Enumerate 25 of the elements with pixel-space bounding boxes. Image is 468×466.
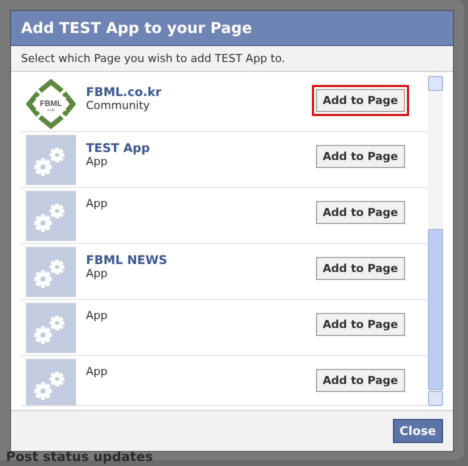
page-name[interactable]: TEST App [86,141,312,155]
page-name[interactable]: FBML.co.kr [86,85,312,99]
close-button[interactable]: Close [392,419,443,443]
dialog-title: Add TEST App to your Page [11,11,453,46]
page-category: App [86,267,108,280]
page-category: Community [86,99,151,112]
page-category: App [86,365,108,378]
add-to-page-button[interactable]: Add to Page [316,369,405,392]
gears-icon [26,359,76,405]
background-heading: Post status updates [6,450,153,465]
add-to-page-button[interactable]: Add to Page [316,89,405,112]
gears-icon [26,191,76,241]
page-category: App [86,155,108,168]
add-to-page-button[interactable]: Add to Page [316,313,405,336]
add-to-page-button[interactable]: Add to Page [316,145,405,168]
gears-icon [26,135,76,185]
page-category: App [86,309,108,322]
scrollbar[interactable] [428,76,443,406]
page-category: App [86,197,108,210]
page-name[interactable]: FBML NEWS [86,253,312,267]
gears-icon [26,303,76,353]
add-to-page-button[interactable]: Add to Page [316,257,405,280]
add-to-page-button[interactable]: Add to Page [316,201,405,224]
gears-icon [26,247,76,297]
dialog-prompt: Select which Page you wish to add TEST App to. [11,46,453,72]
